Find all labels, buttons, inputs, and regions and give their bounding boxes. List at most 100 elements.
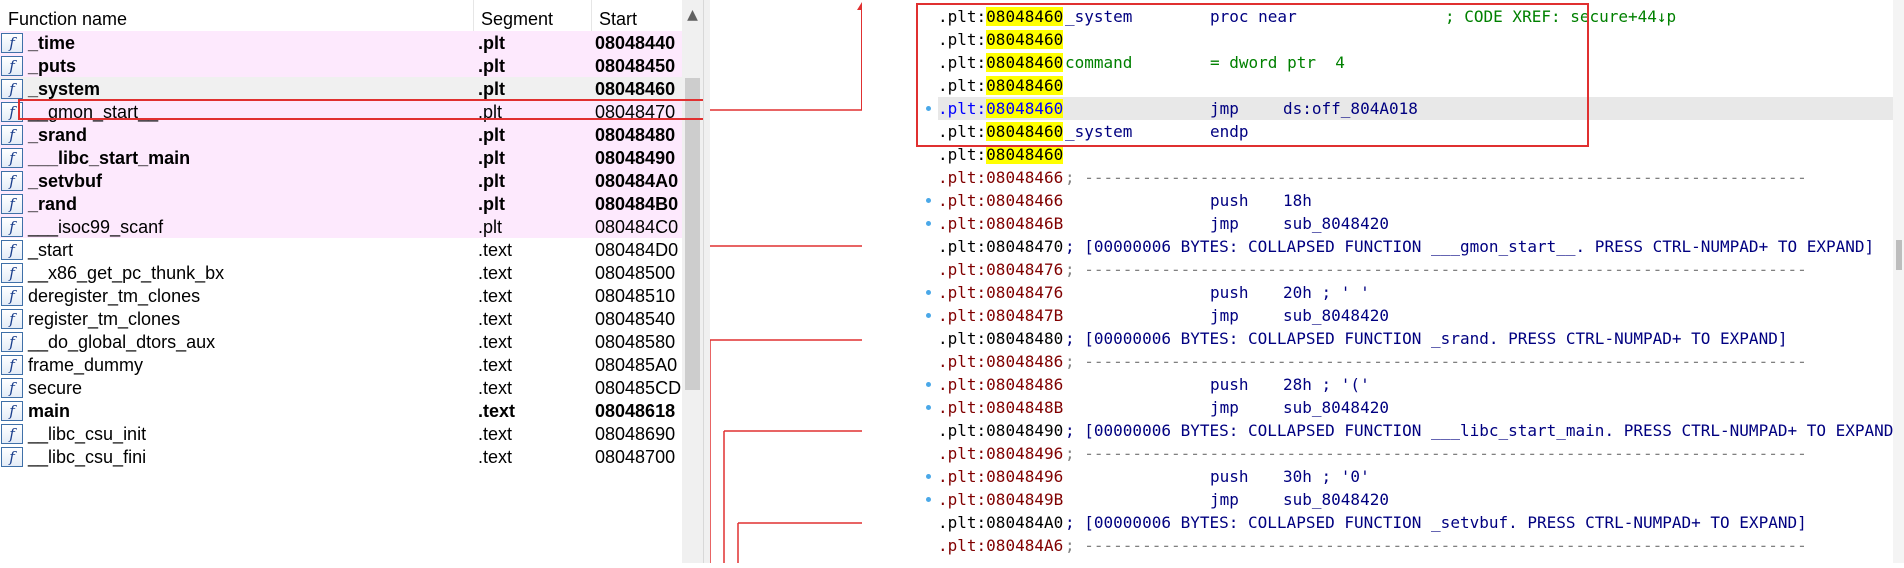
disasm-line[interactable]: .plt:08048480; [00000006 BYTES: COLLAPSE… xyxy=(938,327,1904,350)
panel-splitter[interactable] xyxy=(703,0,710,563)
function-row[interactable]: f _srand .plt 08048480 xyxy=(0,123,682,146)
address[interactable]: 08048486 xyxy=(986,352,1063,371)
address[interactable]: 08048496 xyxy=(986,467,1063,486)
function-row[interactable]: f ___isoc99_scanf .plt 080484C0 xyxy=(0,215,682,238)
disasm-line[interactable]: .plt:08048476; -------------------------… xyxy=(938,258,1904,281)
function-row[interactable]: f frame_dummy .text 080485A0 xyxy=(0,353,682,376)
operand[interactable]: sub_8048420 xyxy=(1283,212,1389,235)
function-start: 08048700 xyxy=(595,447,676,467)
column-header-function-name[interactable]: Function name xyxy=(0,0,473,31)
scroll-up-icon[interactable]: ▲ xyxy=(682,0,703,31)
operand[interactable]: 18h xyxy=(1283,189,1312,212)
disasm-line[interactable]: .plt:0804846B jmp sub_8048420 xyxy=(926,212,1904,235)
address[interactable]: 0804847B xyxy=(986,306,1063,325)
disasm-line[interactable]: .plt:08048466; -------------------------… xyxy=(938,166,1904,189)
function-name: __libc_csu_init xyxy=(28,424,147,444)
disasm-line[interactable]: .plt:08048490; [00000006 BYTES: COLLAPSE… xyxy=(938,419,1904,442)
operand[interactable]: 28h ; '(' xyxy=(1283,373,1370,396)
column-header-start[interactable]: Start xyxy=(591,0,682,31)
address[interactable]: 08048476 xyxy=(986,260,1063,279)
collapsed-function[interactable]: ; [00000006 BYTES: COLLAPSED FUNCTION __… xyxy=(1065,235,1874,258)
address[interactable]: 08048490 xyxy=(986,421,1063,440)
address[interactable]: 0804848B xyxy=(986,398,1063,417)
function-row[interactable]: f _rand .plt 080484B0 xyxy=(0,192,682,215)
address[interactable]: 08048476 xyxy=(986,283,1063,302)
breakpoint-dot-icon[interactable] xyxy=(926,405,931,410)
address[interactable]: 080484A0 xyxy=(986,513,1063,532)
address[interactable]: 08048470 xyxy=(986,237,1063,256)
scrollbar-thumb[interactable] xyxy=(685,78,700,390)
address[interactable]: 08048480 xyxy=(986,329,1063,348)
address[interactable]: 0804846B xyxy=(986,214,1063,233)
function-row[interactable]: f __x86_get_pc_thunk_bx .text 08048500 xyxy=(0,261,682,284)
disasm-line[interactable]: .plt:080484A0; [00000006 BYTES: COLLAPSE… xyxy=(938,511,1904,534)
breakpoint-dot-icon[interactable] xyxy=(926,198,931,203)
operand[interactable]: sub_8048420 xyxy=(1283,488,1389,511)
disasm-line[interactable]: .plt:08048486 push 28h ; '(' xyxy=(926,373,1904,396)
function-row[interactable]: f _puts .plt 08048450 xyxy=(0,54,682,77)
operand[interactable]: 30h ; '0' xyxy=(1283,465,1370,488)
segment-prefix: .plt: xyxy=(938,490,987,509)
address[interactable]: 08048466 xyxy=(986,191,1063,210)
breakpoint-dot-icon[interactable] xyxy=(926,474,931,479)
function-name: ___libc_start_main xyxy=(28,148,191,168)
function-row[interactable]: f _start .text 080484D0 xyxy=(0,238,682,261)
function-row[interactable]: f register_tm_clones .text 08048540 xyxy=(0,307,682,330)
function-list-scrollbar[interactable]: ▲ xyxy=(682,0,703,563)
mnemonic: jmp xyxy=(1210,306,1239,325)
disasm-line[interactable]: .plt:0804847B jmp sub_8048420 xyxy=(926,304,1904,327)
disasm-line[interactable]: .plt:080484A6; -------------------------… xyxy=(938,534,1904,557)
function-segment: .text xyxy=(478,378,513,398)
breakpoint-dot-icon[interactable] xyxy=(926,221,931,226)
function-start: 08048440 xyxy=(595,33,676,53)
disasm-line[interactable]: .plt:08048496 push 30h ; '0' xyxy=(926,465,1904,488)
function-row[interactable]: f ___libc_start_main .plt 08048490 xyxy=(0,146,682,169)
collapsed-function[interactable]: ; [00000006 BYTES: COLLAPSED FUNCTION __… xyxy=(1065,419,1903,442)
address[interactable]: 080484A6 xyxy=(986,536,1063,555)
function-row[interactable]: f __do_global_dtors_aux .text 08048580 xyxy=(0,330,682,353)
disasm-line[interactable]: .plt:08048486; -------------------------… xyxy=(938,350,1904,373)
function-row[interactable]: f secure .text 080485CD xyxy=(0,376,682,399)
breakpoint-dot-icon[interactable] xyxy=(926,382,931,387)
function-name: _start xyxy=(28,240,74,260)
function-start: 08048540 xyxy=(595,309,676,329)
function-icon: f xyxy=(1,263,23,283)
function-row[interactable]: f deregister_tm_clones .text 08048510 xyxy=(0,284,682,307)
address[interactable]: 0804849B xyxy=(986,490,1063,509)
function-segment: .plt xyxy=(478,194,505,214)
operand[interactable]: 20h ; ' ' xyxy=(1283,281,1370,304)
scrollbar-thumb[interactable] xyxy=(1896,240,1902,270)
disasm-line[interactable]: .plt:08048470; [00000006 BYTES: COLLAPSE… xyxy=(938,235,1904,258)
disasm-line[interactable]: .plt:0804849B jmp sub_8048420 xyxy=(926,488,1904,511)
function-segment: .text xyxy=(478,286,513,306)
function-row[interactable]: f main .text 08048618 xyxy=(0,399,682,422)
breakpoint-dot-icon[interactable] xyxy=(926,497,931,502)
disasm-line[interactable]: .plt:08048476 push 20h ; ' ' xyxy=(926,281,1904,304)
function-row[interactable]: f _setvbuf .plt 080484A0 xyxy=(0,169,682,192)
collapsed-function[interactable]: ; [00000006 BYTES: COLLAPSED FUNCTION _s… xyxy=(1065,327,1787,350)
function-icon: f xyxy=(1,217,23,237)
operand[interactable]: sub_8048420 xyxy=(1283,304,1389,327)
function-row[interactable]: f _time .plt 08048440 xyxy=(0,31,682,54)
address[interactable]: 08048486 xyxy=(986,375,1063,394)
segment-prefix: .plt: xyxy=(938,536,987,555)
function-row[interactable]: f __libc_csu_fini .text 08048700 xyxy=(0,445,682,468)
function-icon: f xyxy=(1,378,23,398)
column-header-segment[interactable]: Segment xyxy=(473,0,591,31)
breakpoint-dot-icon[interactable] xyxy=(926,290,931,295)
collapsed-function[interactable]: ; [00000006 BYTES: COLLAPSED FUNCTION _s… xyxy=(1065,511,1807,534)
operand[interactable]: sub_8048420 xyxy=(1283,396,1389,419)
function-name: _puts xyxy=(28,56,77,76)
function-row[interactable]: f _system .plt 08048460 xyxy=(0,77,682,100)
function-row[interactable]: f __libc_csu_init .text 08048690 xyxy=(0,422,682,445)
disasm-line[interactable]: .plt:08048496; -------------------------… xyxy=(938,442,1904,465)
separator-comment: ; --------------------------------------… xyxy=(1065,168,1807,187)
address[interactable]: 08048466 xyxy=(986,168,1063,187)
disasm-line[interactable]: .plt:0804848B jmp sub_8048420 xyxy=(926,396,1904,419)
disassembly-scrollbar[interactable] xyxy=(1893,0,1904,563)
disasm-line[interactable]: .plt:08048466 push 18h xyxy=(926,189,1904,212)
address[interactable]: 08048496 xyxy=(986,444,1063,463)
breakpoint-dot-icon[interactable] xyxy=(926,313,931,318)
function-list: f _time .plt 08048440 f _puts .plt 08048450 f _sy… xyxy=(0,31,682,468)
address[interactable]: 08048460 xyxy=(986,145,1064,164)
